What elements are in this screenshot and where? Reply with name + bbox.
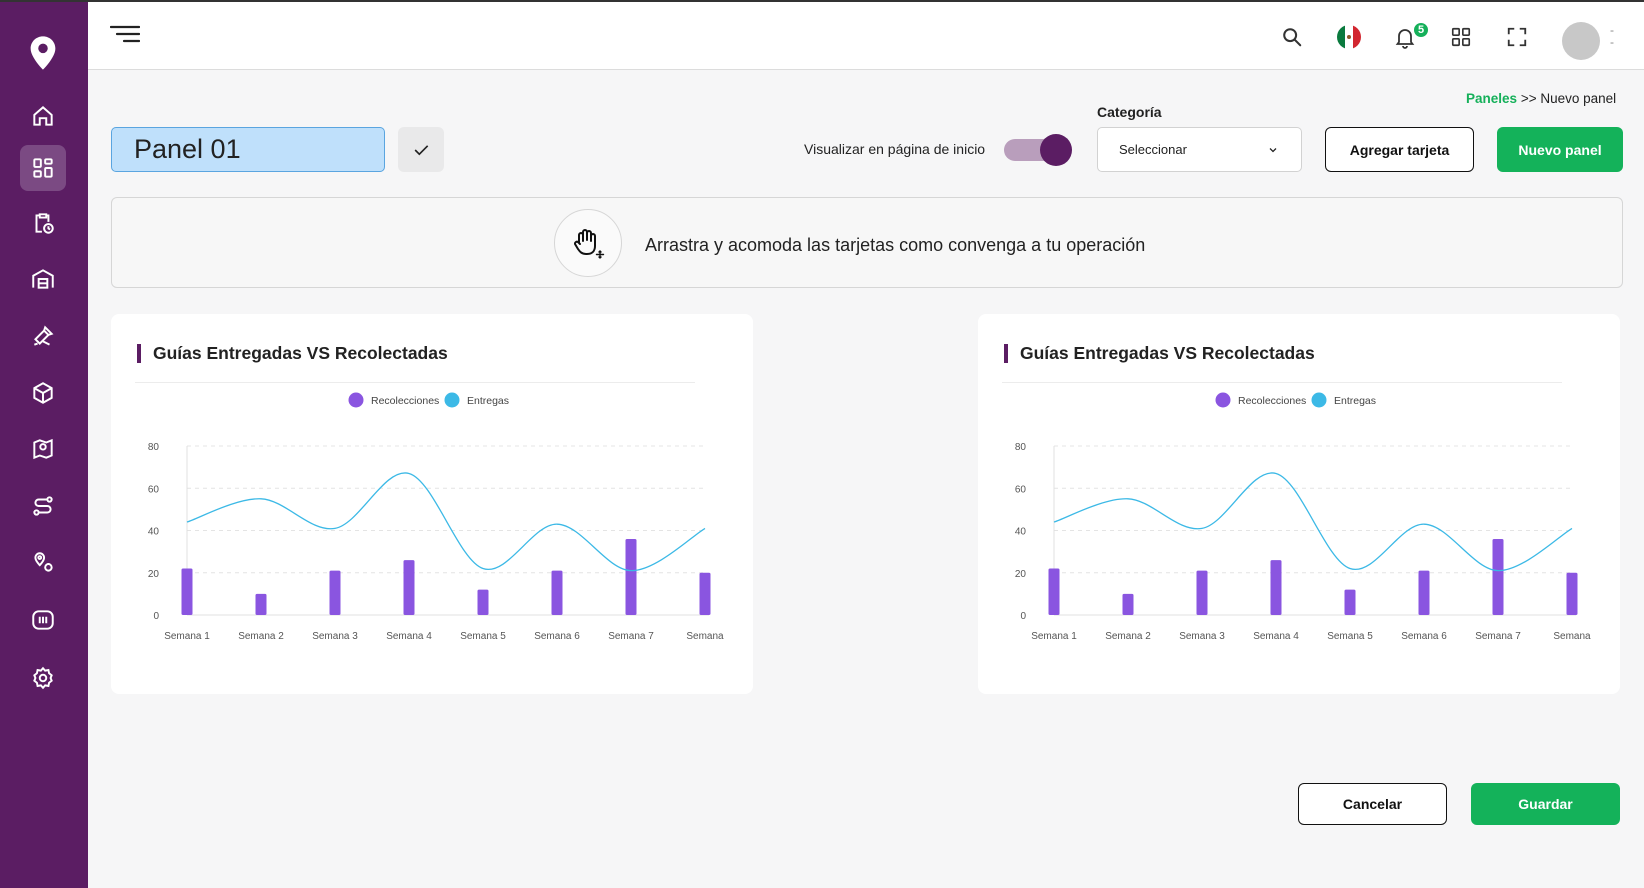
drag-hand-icon	[554, 209, 622, 277]
bar	[1566, 572, 1578, 615]
clipboard-clock-icon[interactable]	[20, 200, 66, 246]
package-icon[interactable]	[20, 370, 66, 416]
map-pin-icon[interactable]	[20, 426, 66, 472]
y-tick-label: 40	[1015, 527, 1027, 538]
chevron-down-icon	[1267, 128, 1279, 171]
bar	[1492, 538, 1504, 615]
x-tick-label: Semana 6	[534, 631, 580, 642]
search-icon[interactable]	[1279, 24, 1305, 50]
bar	[1048, 568, 1060, 615]
bar	[1344, 589, 1356, 615]
window-top-border	[0, 0, 1644, 2]
y-tick-label: 20	[1015, 569, 1027, 580]
category-select-value: Seleccionar	[1119, 142, 1187, 157]
legend-label: Entregas	[467, 395, 509, 407]
legend-marker	[348, 392, 364, 408]
panel-name-input[interactable]: Panel 01	[111, 127, 385, 172]
top-header: 5 - -	[88, 2, 1644, 70]
bar	[625, 538, 637, 615]
legend-label: Entregas	[1334, 395, 1376, 407]
bar	[1270, 560, 1282, 615]
breadcrumb-separator: >>	[1520, 91, 1537, 106]
x-tick-label: Semana 7	[1475, 631, 1521, 642]
avatar[interactable]	[1562, 22, 1600, 60]
bar	[551, 570, 563, 615]
chart-card-1[interactable]: Guías Entregadas VS Recolectadas Recolec…	[111, 314, 753, 694]
check-icon	[414, 144, 429, 155]
x-tick-label: Semana 3	[1179, 631, 1225, 642]
y-tick-label: 0	[1020, 611, 1026, 622]
chart-legend: Recolecciones Entregas	[1215, 392, 1376, 408]
y-tick-label: 80	[148, 442, 160, 453]
chart-legend: Recolecciones Entregas	[348, 392, 509, 408]
confirm-name-button[interactable]	[398, 127, 444, 172]
breadcrumb-current: Nuevo panel	[1540, 91, 1617, 106]
mexico-flag-icon[interactable]	[1336, 24, 1362, 50]
bar	[329, 570, 341, 615]
breadcrumb-link-paneles[interactable]: Paneles	[1466, 91, 1517, 106]
y-tick-label: 60	[1015, 484, 1027, 495]
bar	[255, 593, 267, 615]
drag-info-text: Arrastra y acomoda las tarjetas como con…	[645, 235, 1146, 255]
x-tick-label: Semana 1	[164, 631, 210, 642]
fullscreen-icon[interactable]	[1504, 24, 1530, 50]
cancel-button[interactable]: Cancelar	[1298, 783, 1447, 825]
show-on-home-label: Visualizar en página de inicio	[804, 141, 986, 157]
warehouse-icon[interactable]	[20, 256, 66, 302]
user-menu-indicator[interactable]: - -	[1610, 24, 1614, 48]
category-label: Categoría	[1097, 104, 1162, 120]
chart-card-2[interactable]: Guías Entregadas VS Recolectadas Recolec…	[978, 314, 1620, 694]
chart-svg: Recolecciones Entregas 0 20 40 60 80 Semana 1 Se…	[148, 392, 724, 642]
bar	[403, 560, 415, 615]
add-card-button[interactable]: Agregar tarjeta	[1325, 127, 1474, 172]
show-on-home-toggle[interactable]	[1004, 134, 1072, 166]
breadcrumb: Paneles >> Nuevo panel	[1466, 91, 1616, 106]
bar	[1122, 593, 1134, 615]
x-tick-label: Semana 4	[1253, 631, 1299, 642]
y-tick-label: 0	[153, 611, 159, 622]
y-tick-label: 20	[148, 569, 160, 580]
sidebar	[0, 0, 88, 888]
x-tick-label: Semana	[1553, 631, 1591, 642]
bar	[1418, 570, 1430, 615]
legend-marker	[1311, 392, 1327, 408]
legend-marker	[444, 392, 460, 408]
dashboard-icon[interactable]	[20, 145, 66, 191]
legend-label: Recolecciones	[1238, 395, 1306, 407]
x-tick-label: Semana 4	[386, 631, 432, 642]
save-button[interactable]: Guardar	[1471, 783, 1620, 825]
x-tick-label: Semana 5	[460, 631, 506, 642]
settings-icon[interactable]	[20, 655, 66, 701]
tracking-icon[interactable]	[20, 597, 66, 643]
y-tick-label: 80	[1015, 442, 1027, 453]
locations-icon[interactable]	[20, 540, 66, 586]
bar	[1196, 570, 1208, 615]
y-tick-label: 40	[148, 527, 160, 538]
menu-icon[interactable]	[109, 24, 141, 46]
bar	[477, 589, 489, 615]
y-tick-label: 60	[148, 484, 160, 495]
notification-badge: 5	[1412, 21, 1430, 39]
x-tick-label: Semana 2	[1105, 631, 1151, 642]
tools-icon[interactable]	[20, 313, 66, 359]
legend-label: Recolecciones	[371, 395, 439, 407]
bar	[699, 572, 711, 615]
category-select[interactable]: Seleccionar	[1097, 127, 1302, 172]
drag-info-banner: Arrastra y acomoda las tarjetas como con…	[111, 197, 1623, 288]
legend-marker	[1215, 392, 1231, 408]
x-tick-label: Semana 7	[608, 631, 654, 642]
x-tick-label: Semana 5	[1327, 631, 1373, 642]
apps-grid-icon[interactable]	[1448, 24, 1474, 50]
x-tick-label: Semana 6	[1401, 631, 1447, 642]
bar	[181, 568, 193, 615]
x-tick-label: Semana 1	[1031, 631, 1077, 642]
x-tick-label: Semana	[686, 631, 724, 642]
location-pin-logo-icon[interactable]	[24, 34, 62, 72]
chart-svg: Recolecciones Entregas 0 20 40 60 80 Semana 1 Se…	[1015, 392, 1591, 642]
x-tick-label: Semana 2	[238, 631, 284, 642]
x-tick-label: Semana 3	[312, 631, 358, 642]
home-icon[interactable]	[20, 93, 66, 139]
new-panel-button[interactable]: Nuevo panel	[1497, 127, 1623, 172]
route-icon[interactable]	[20, 483, 66, 529]
